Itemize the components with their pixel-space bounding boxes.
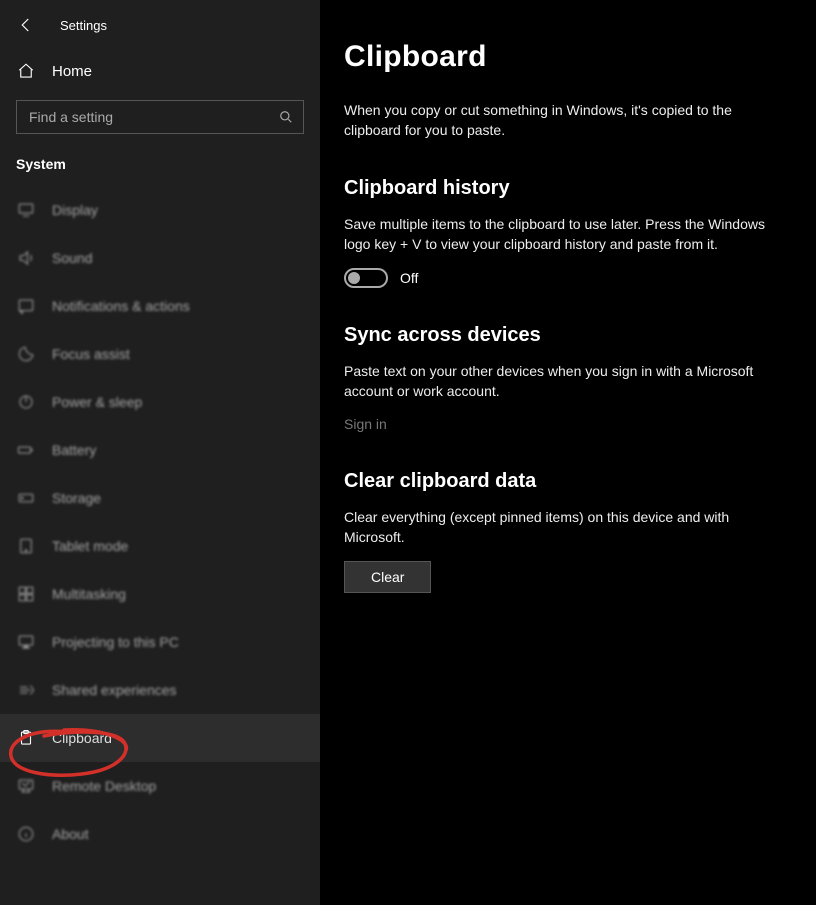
sidebar-item-about[interactable]: About xyxy=(0,810,320,858)
search-icon xyxy=(279,110,293,124)
section-heading: Clear clipboard data xyxy=(344,470,774,493)
projecting-icon xyxy=(16,633,36,651)
section-heading: Sync across devices xyxy=(344,324,774,347)
history-toggle-row: Off xyxy=(344,268,774,288)
section-body: Clear everything (except pinned items) o… xyxy=(344,507,774,548)
main-panel: Clipboard When you copy or cut something… xyxy=(320,0,816,905)
sidebar-item-label: Notifications & actions xyxy=(52,298,190,314)
sidebar-item-power-sleep[interactable]: Power & sleep xyxy=(0,378,320,426)
tablet-icon xyxy=(16,537,36,555)
sidebar-item-battery[interactable]: Battery xyxy=(0,426,320,474)
display-icon xyxy=(16,201,36,219)
notifications-icon xyxy=(16,297,36,315)
arrow-left-icon xyxy=(17,16,35,34)
toggle-state-label: Off xyxy=(400,270,418,286)
sidebar-item-label: Focus assist xyxy=(52,346,130,362)
sidebar-item-multitasking[interactable]: Multitasking xyxy=(0,570,320,618)
sidebar-item-label: Battery xyxy=(52,442,96,458)
sync-section: Sync across devices Paste text on your o… xyxy=(344,324,774,434)
sidebar-item-notifications[interactable]: Notifications & actions xyxy=(0,282,320,330)
clipboard-icon xyxy=(16,729,36,747)
sidebar-item-label: Projecting to this PC xyxy=(52,634,179,650)
power-icon xyxy=(16,393,36,411)
storage-icon xyxy=(16,489,36,507)
remote-desktop-icon xyxy=(16,777,36,795)
sidebar-item-storage[interactable]: Storage xyxy=(0,474,320,522)
clipboard-history-section: Clipboard history Save multiple items to… xyxy=(344,177,774,289)
sidebar-item-label: Shared experiences xyxy=(52,682,177,698)
sidebar-item-shared-experiences[interactable]: Shared experiences xyxy=(0,666,320,714)
page-title: Clipboard xyxy=(344,40,792,74)
sidebar-item-focus-assist[interactable]: Focus assist xyxy=(0,330,320,378)
clear-button[interactable]: Clear xyxy=(344,561,431,593)
sidebar-item-tablet-mode[interactable]: Tablet mode xyxy=(0,522,320,570)
section-body: Paste text on your other devices when yo… xyxy=(344,361,774,402)
sidebar-item-label: Sound xyxy=(52,250,92,266)
sidebar-item-display[interactable]: Display xyxy=(0,186,320,234)
battery-icon xyxy=(16,441,36,459)
history-toggle[interactable] xyxy=(344,268,388,288)
sidebar-item-label: Tablet mode xyxy=(52,538,128,554)
sidebar-item-sound[interactable]: Sound xyxy=(0,234,320,282)
sidebar-item-clipboard[interactable]: Clipboard xyxy=(0,714,320,762)
section-body: Save multiple items to the clipboard to … xyxy=(344,214,774,255)
shared-icon xyxy=(16,681,36,699)
sidebar-item-label: About xyxy=(52,826,89,842)
search-input[interactable] xyxy=(27,108,279,126)
back-button[interactable] xyxy=(14,13,38,37)
focus-assist-icon xyxy=(16,345,36,363)
sidebar-item-label: Clipboard xyxy=(52,730,112,746)
sidebar-item-label: Power & sleep xyxy=(52,394,142,410)
sound-icon xyxy=(16,249,36,267)
sidebar-item-remote-desktop[interactable]: Remote Desktop xyxy=(0,762,320,810)
home-link[interactable]: Home xyxy=(0,50,320,92)
about-icon xyxy=(16,825,36,843)
clear-section: Clear clipboard data Clear everything (e… xyxy=(344,470,774,594)
search-box[interactable] xyxy=(16,100,304,134)
app-title: Settings xyxy=(60,18,107,33)
sidebar-header: Settings xyxy=(0,0,320,50)
sidebar-item-label: Remote Desktop xyxy=(52,778,156,794)
home-label: Home xyxy=(52,63,92,80)
home-icon xyxy=(16,62,36,80)
sidebar-item-projecting[interactable]: Projecting to this PC xyxy=(0,618,320,666)
sidebar-nav: Display Sound Notifications & actions Fo… xyxy=(0,186,320,905)
sidebar-section-title: System xyxy=(0,152,320,186)
sidebar: Settings Home System Display xyxy=(0,0,320,905)
sidebar-item-label: Multitasking xyxy=(52,586,126,602)
sign-in-link[interactable]: Sign in xyxy=(344,416,387,432)
sidebar-item-label: Storage xyxy=(52,490,101,506)
section-heading: Clipboard history xyxy=(344,177,774,200)
multitasking-icon xyxy=(16,585,36,603)
sidebar-item-label: Display xyxy=(52,202,98,218)
page-intro: When you copy or cut something in Window… xyxy=(344,100,764,141)
